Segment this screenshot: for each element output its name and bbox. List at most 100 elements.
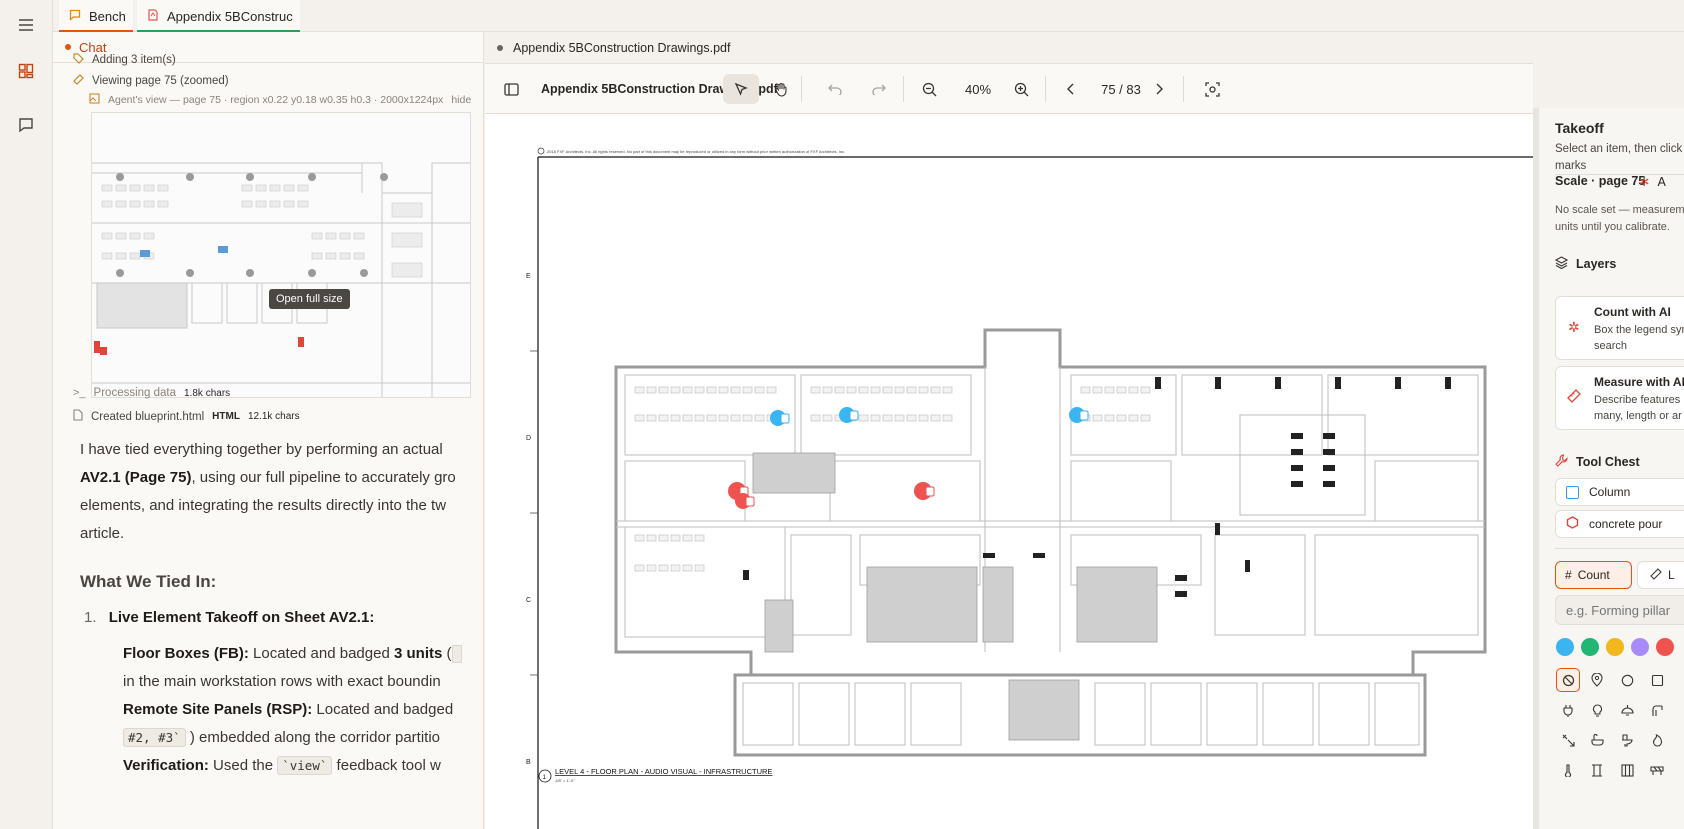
card-desc: search (1594, 340, 1628, 352)
color-swatch-yellow[interactable] (1606, 638, 1624, 656)
step-text: Processing data (93, 387, 177, 399)
file-icon (73, 409, 83, 424)
pan-hand-icon[interactable] (765, 74, 797, 104)
step-adding: Adding 3 item(s) (73, 53, 176, 67)
color-swatch-blue[interactable] (1556, 638, 1574, 656)
tool-item-concrete-pour[interactable]: concrete pour (1555, 510, 1684, 538)
color-swatch-green[interactable] (1581, 638, 1599, 656)
wall-panel-icon[interactable] (1615, 758, 1639, 782)
tab-label: Bench (89, 8, 126, 24)
dashboard-icon[interactable] (15, 60, 37, 82)
map-pin-icon[interactable] (1585, 668, 1609, 692)
viewer-toolbar: Appendix 5BConstruction Drawings.pdf 40%… (485, 64, 1533, 114)
tab-bench[interactable]: Bench (59, 0, 133, 32)
layers-section[interactable]: Layers (1554, 256, 1616, 272)
agent-view-thumbnail[interactable] (91, 112, 471, 398)
tool-item-column[interactable]: Column (1555, 478, 1684, 506)
count-with-ai-card[interactable]: ✲ Count with AI Box the legend sym searc… (1555, 296, 1684, 360)
card-desc: Describe features (1594, 394, 1681, 406)
subtitle-line: Select an item, then click (1555, 143, 1683, 155)
step-text: Viewing page 75 (zoomed) (92, 75, 229, 87)
bullet-title: Verification: (123, 757, 209, 774)
file-type-badge: HTML (212, 411, 240, 422)
screenshot-icon[interactable] (1196, 74, 1228, 104)
grid-b: B (526, 759, 531, 766)
ruler-icon (1650, 567, 1662, 583)
file-size: 12.1k chars (247, 411, 300, 422)
bullet-text: Located and badged (312, 701, 454, 718)
column-icon[interactable] (1585, 758, 1609, 782)
card-desc: Box the legend sym (1594, 324, 1684, 336)
sidebar-toggle-icon[interactable] (495, 74, 527, 104)
ruler-icon (73, 74, 84, 88)
bullet-remote-panels-line-2: #2, #3` ) embedded along the corridor pa… (123, 724, 483, 752)
ceiling-light-icon[interactable] (1615, 698, 1639, 722)
toilet-icon[interactable] (1615, 728, 1639, 752)
tool-item-label: concrete pour (1589, 517, 1663, 531)
step-text: Created blueprint.html (91, 410, 205, 423)
inline-code (451, 645, 462, 664)
item-name-input[interactable] (1555, 595, 1684, 625)
open-full-size-button[interactable]: Open full size (269, 289, 350, 309)
wrench-icon (1555, 454, 1568, 470)
drawing-sheet[interactable]: 2018 FXF Architects, Inc. All rights res… (485, 115, 1533, 829)
tool-chest-label: Tool Chest (1576, 455, 1640, 469)
sprinkler-icon[interactable] (1556, 728, 1580, 752)
undo-icon[interactable] (819, 74, 851, 104)
next-page-icon[interactable] (1143, 74, 1175, 104)
grid-d: D (526, 435, 531, 442)
pdf-viewer: Appendix 5BConstruction Drawings.pdf App… (485, 32, 1533, 829)
mode-count-button[interactable]: # Count (1555, 561, 1632, 589)
chat-icon[interactable] (15, 114, 37, 136)
hash-icon: # (1565, 568, 1572, 582)
menu-icon[interactable] (15, 14, 37, 36)
hide-link[interactable]: hide (451, 94, 471, 106)
ai-tab[interactable]: ✲ A (1639, 174, 1666, 190)
circle-shape-icon[interactable] (1615, 668, 1639, 692)
plug-icon[interactable] (1556, 698, 1580, 722)
step-viewing[interactable]: Viewing page 75 (zoomed) (73, 74, 229, 88)
grid-c: C (526, 597, 531, 604)
square-shape-icon[interactable] (1645, 668, 1669, 692)
lightbulb-icon[interactable] (1585, 698, 1609, 722)
grid-markers: E D C B (526, 273, 531, 766)
prev-page-icon[interactable] (1055, 74, 1087, 104)
status-dot (65, 44, 71, 50)
sheet-title: LEVEL 4 - FLOOR PLAN - AUDIO VISUAL - IN… (555, 767, 772, 776)
barrier-icon[interactable] (1645, 758, 1669, 782)
zoom-level[interactable]: 40% (953, 74, 1003, 104)
square-icon (1566, 485, 1579, 499)
zoom-in-icon[interactable] (1005, 74, 1037, 104)
mode-label: Count (1577, 568, 1610, 582)
thermometer-icon[interactable] (1556, 758, 1580, 782)
color-swatch-purple[interactable] (1631, 638, 1649, 656)
takeoff-subtitle: Select an item, then click marks (1555, 141, 1684, 175)
no-symbol-icon[interactable] (1556, 668, 1580, 692)
zoom-out-icon[interactable] (913, 74, 945, 104)
tool-chest-section[interactable]: Tool Chest (1555, 454, 1640, 470)
inline-code: `view` (277, 756, 333, 775)
pdf-icon (147, 8, 159, 24)
redo-icon[interactable] (863, 74, 895, 104)
measure-with-ai-card[interactable]: Measure with AI Describe features many, … (1555, 366, 1684, 430)
step-created[interactable]: Created blueprint.html HTML 12.1k chars (73, 409, 300, 424)
scale-tab[interactable]: Scale · page 75 (1555, 174, 1645, 188)
sheet-number: 1 (543, 775, 547, 781)
bullet-title: Remote Site Panels (RSP): (123, 701, 313, 718)
thumbnail-plan (92, 113, 470, 397)
bullet-verification: • Verification: Used the `view` feedback… (109, 752, 483, 780)
tab-pdf[interactable]: Appendix 5BConstruc (137, 0, 300, 32)
step-processing[interactable]: >_ Processing data 1.8k chars (73, 387, 230, 399)
select-cursor-icon[interactable] (723, 74, 759, 104)
mode-length-button[interactable]: L (1637, 561, 1684, 589)
color-swatch-red[interactable] (1656, 638, 1674, 656)
toolbar-divider (1045, 76, 1046, 102)
message-line-1: I have tied everything together by perfo… (80, 441, 443, 458)
flame-icon[interactable] (1645, 728, 1669, 752)
bullet-text: feedback tool w (332, 757, 441, 774)
scale-note: No scale set — measureme units until you… (1555, 202, 1684, 236)
bathtub-icon[interactable] (1585, 728, 1609, 752)
pipe-icon[interactable] (1645, 698, 1669, 722)
page-indicator[interactable]: 75 / 83 (1091, 74, 1151, 104)
tag-icon (73, 53, 84, 67)
